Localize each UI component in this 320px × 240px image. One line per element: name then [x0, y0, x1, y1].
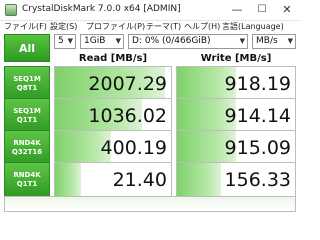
test-name: SEQ1M — [13, 75, 41, 83]
minimize-button[interactable]: — — [226, 0, 248, 20]
write-cell: 156.33 — [176, 162, 296, 198]
chevron-down-icon: ▼ — [67, 37, 73, 45]
size-select[interactable]: 1GiB ▼ — [80, 34, 124, 49]
read-cell: 1036.02 — [54, 98, 172, 134]
read-value: 2007.29 — [88, 73, 167, 95]
app-icon — [5, 4, 17, 16]
menu-settings[interactable]: 設定(S) — [50, 21, 77, 32]
write-cell: 914.14 — [176, 98, 296, 134]
window-title: CrystalDiskMark 7.0.0 x64 [ADMIN] — [22, 4, 181, 14]
test-sub: Q32T16 — [11, 148, 43, 156]
title-bar: CrystalDiskMark 7.0.0 x64 [ADMIN] — ☐ ✕ — [0, 0, 300, 21]
drive-select[interactable]: D: 0% (0/466GiB) ▼ — [128, 34, 248, 49]
all-button[interactable]: All — [4, 34, 50, 62]
count-value: 5 — [58, 36, 64, 46]
test-button-rnd4k-q1t1[interactable]: RND4K Q1T1 — [4, 162, 50, 198]
chevron-down-icon: ▼ — [287, 37, 293, 45]
test-button-seq1m-q8t1[interactable]: SEQ1M Q8T1 — [4, 66, 50, 102]
menu-profile[interactable]: プロファイル(P) — [86, 21, 145, 32]
test-name: RND4K — [13, 139, 41, 147]
write-value: 918.19 — [224, 73, 291, 95]
write-header: Write [MB/s] — [200, 53, 272, 64]
read-value: 400.19 — [100, 137, 167, 159]
chevron-down-icon: ▼ — [115, 37, 121, 45]
read-value: 1036.02 — [88, 105, 167, 127]
maximize-button[interactable]: ☐ — [251, 0, 273, 20]
comment-box[interactable] — [4, 196, 296, 212]
menu-file[interactable]: ファイル(F) — [4, 21, 47, 32]
menu-help[interactable]: ヘルプ(H) — [184, 21, 220, 32]
write-cell: 918.19 — [176, 66, 296, 102]
test-button-seq1m-q1t1[interactable]: SEQ1M Q1T1 — [4, 98, 50, 134]
test-name: SEQ1M — [13, 107, 41, 115]
read-value: 21.40 — [112, 169, 167, 191]
test-sub: Q8T1 — [16, 84, 38, 92]
unit-value: MB/s — [256, 36, 278, 46]
test-sub: Q1T1 — [16, 116, 38, 124]
write-cell: 915.09 — [176, 130, 296, 166]
read-cell: 400.19 — [54, 130, 172, 166]
count-select[interactable]: 5 ▼ — [54, 34, 76, 49]
test-button-rnd4k-q32t16[interactable]: RND4K Q32T16 — [4, 130, 50, 166]
chevron-down-icon: ▼ — [239, 37, 245, 45]
read-cell: 21.40 — [54, 162, 172, 198]
menu-theme[interactable]: テーマ(T) — [146, 21, 181, 32]
write-bar — [177, 163, 221, 197]
write-value: 914.14 — [224, 105, 291, 127]
test-sub: Q1T1 — [16, 180, 38, 188]
read-header: Read [MB/s] — [78, 53, 148, 64]
write-value: 915.09 — [224, 137, 291, 159]
drive-value: D: 0% (0/466GiB) — [132, 36, 211, 46]
read-bar — [55, 163, 81, 197]
read-cell: 2007.29 — [54, 66, 172, 102]
close-button[interactable]: ✕ — [276, 0, 298, 20]
unit-select[interactable]: MB/s ▼ — [252, 34, 296, 49]
test-name: RND4K — [13, 171, 41, 179]
menu-language[interactable]: 言語(Language) — [222, 21, 284, 32]
size-value: 1GiB — [84, 36, 106, 46]
menu-bar: ファイル(F) 設定(S) プロファイル(P) テーマ(T) ヘルプ(H) 言語… — [0, 20, 300, 32]
write-value: 156.33 — [224, 169, 291, 191]
